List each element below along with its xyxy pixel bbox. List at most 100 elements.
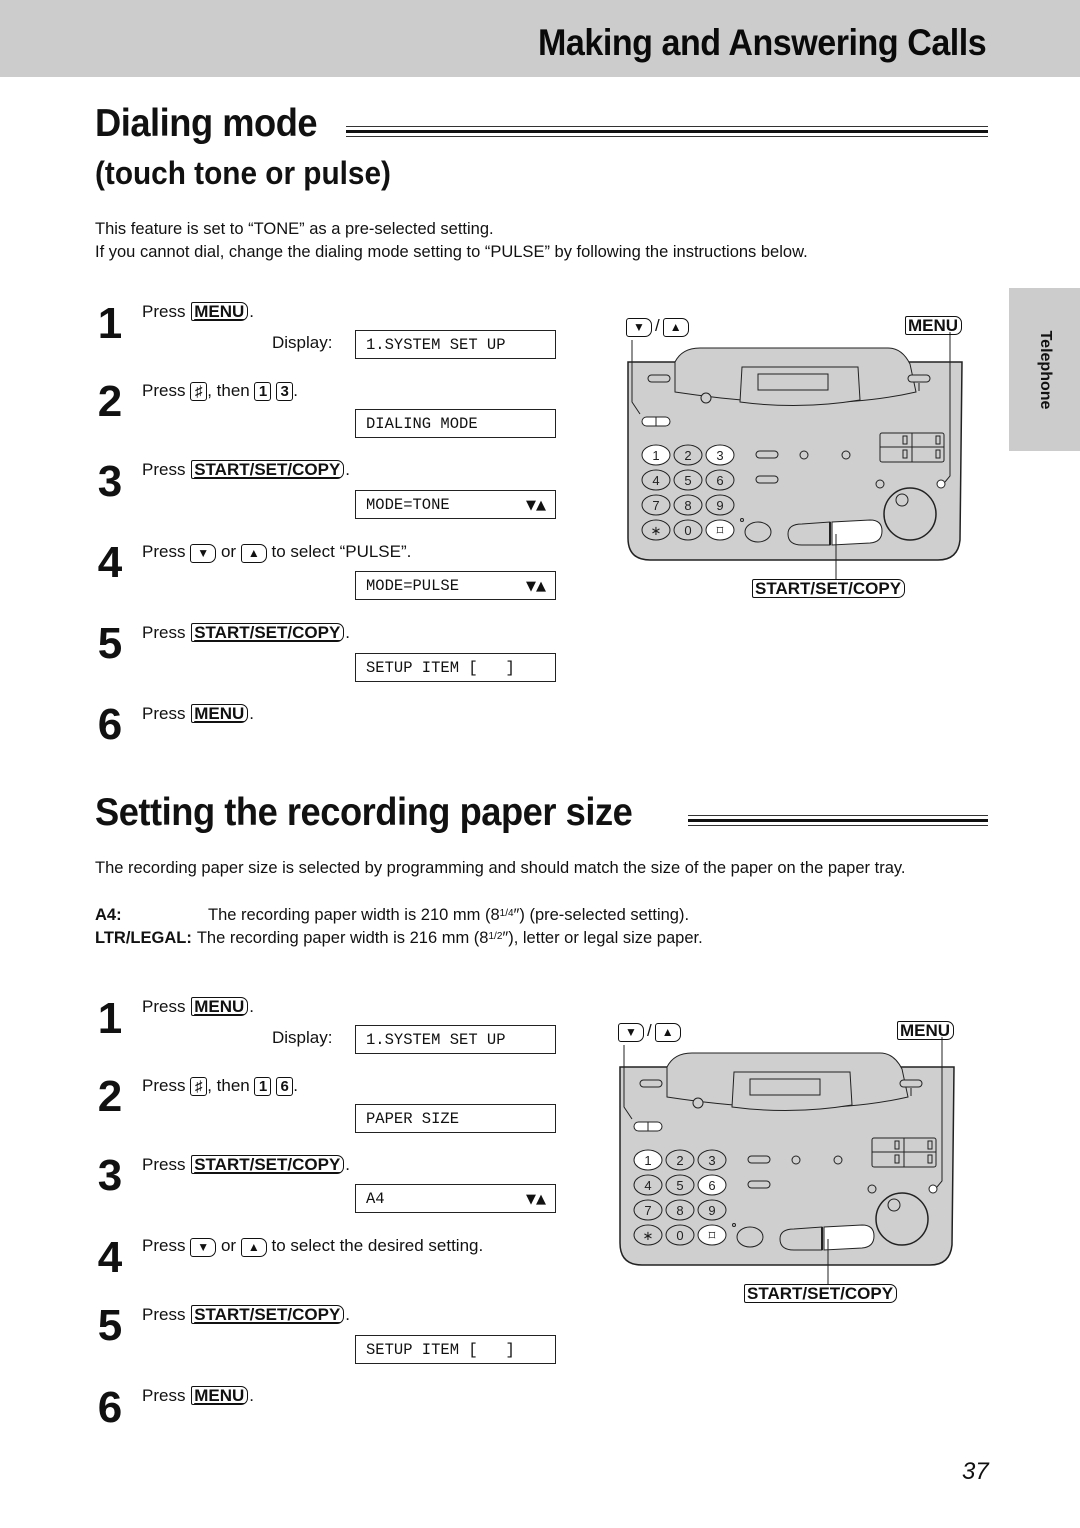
menu-key: MENU: [191, 302, 249, 321]
definition-term: LTR/LEGAL:: [95, 929, 192, 947]
step-6-instruction: Press MENU.: [142, 1385, 254, 1407]
step-number: 3: [97, 1151, 123, 1200]
step-5-instruction: Press START/SET/COPY.: [142, 1304, 350, 1326]
button: [755, 475, 779, 484]
menu-key: MENU: [897, 1021, 955, 1040]
press-label: Press: [142, 542, 186, 561]
lcd-display: MODE=TONE ▼▲: [355, 490, 556, 519]
step-number: 6: [97, 1383, 123, 1432]
start-label: START/SET/COPY: [743, 1284, 898, 1304]
keypad-key-label: 7: [652, 498, 659, 513]
digit-key: 1: [254, 382, 272, 401]
menu-button: [928, 1184, 938, 1194]
paper-size-title: Setting the recording paper size: [95, 791, 633, 834]
punct: .: [293, 1076, 298, 1095]
down-arrow-key-icon: ▼: [618, 1023, 644, 1042]
lcd-display: DIALING MODE: [355, 409, 556, 438]
separator: /: [655, 316, 660, 335]
or-label: or: [220, 542, 237, 561]
up-arrow-key-icon: ▲: [240, 1238, 267, 1257]
section-tab-label: Telephone: [1036, 330, 1054, 409]
fax-panel-svg: 1 2 3 4 5 6 7 8 9 ∗ 0 ⌑: [627, 332, 963, 580]
step-number: 4: [97, 538, 123, 587]
display-label: Display:: [272, 1028, 333, 1047]
keypad-key-label: 8: [676, 1203, 683, 1218]
step-3-instruction: Press START/SET/COPY.: [142, 459, 350, 481]
menu-label: MENU: [896, 1021, 955, 1041]
press-label: Press: [142, 1076, 186, 1095]
page-number: 37: [962, 1458, 989, 1485]
hash-key: ♯: [190, 1077, 208, 1096]
arrow-keys-label: ▼ / ▲: [618, 1021, 681, 1042]
keypad-key-label: 9: [708, 1203, 715, 1218]
arrow-keys-label: ▼ / ▲: [626, 316, 689, 337]
press-label: Press: [142, 460, 186, 479]
step-number: 1: [97, 994, 123, 1043]
button: [736, 1226, 764, 1248]
lcd-arrows-icon: ▼▲: [526, 498, 546, 513]
step-2-instruction: Press ♯, then 1 6.: [142, 1075, 298, 1097]
display-label: Display:: [272, 333, 333, 352]
button: [639, 1079, 663, 1088]
step-number: 6: [97, 700, 123, 749]
definition-text: The recording paper width is 216 mm (8: [196, 929, 489, 947]
jog-dial: [883, 487, 937, 541]
lcd-text: MODE=PULSE: [366, 577, 460, 595]
button: [833, 1155, 843, 1165]
start-set-copy-key: START/SET/COPY: [191, 1305, 345, 1324]
jog-dial-knob: [895, 493, 909, 507]
stop-key: [787, 521, 831, 546]
step-6-instruction: Press MENU.: [142, 703, 254, 725]
button: [799, 450, 809, 460]
down-arrow-key-icon: ▼: [190, 1238, 217, 1257]
press-label: Press: [142, 381, 186, 400]
press-label: Press: [142, 704, 186, 723]
menu-key: MENU: [191, 1386, 249, 1405]
keypad-key-label: 3: [708, 1153, 715, 1168]
start-set-copy-button: [831, 519, 883, 546]
step-number: 2: [97, 377, 123, 426]
punct: .: [345, 623, 351, 642]
step-1-instruction: Press MENU.: [142, 996, 254, 1018]
up-arrow-key-icon: ▲: [662, 318, 689, 337]
lcd-display: PAPER SIZE: [355, 1104, 556, 1133]
punct: .: [345, 1155, 351, 1174]
lcd-display: A4 ▼▲: [355, 1184, 556, 1213]
button: [747, 1180, 771, 1189]
button: [744, 521, 772, 543]
lcd-display: 1.SYSTEM SET UP: [355, 1025, 556, 1054]
separator: /: [647, 1021, 652, 1040]
jog-dial-knob: [887, 1198, 901, 1212]
paper-size-intro: The recording paper size is selected by …: [95, 859, 906, 877]
button: [647, 374, 671, 383]
keypad-key-label: ∗: [643, 1228, 654, 1243]
button: [907, 374, 931, 383]
start-set-copy-key: START/SET/COPY: [191, 460, 345, 479]
button: [692, 1097, 704, 1109]
up-arrow-key-icon: ▲: [654, 1023, 681, 1042]
then-label: , then: [207, 381, 250, 400]
step-number: 3: [97, 457, 123, 506]
select-label: to select “PULSE”.: [271, 542, 412, 561]
punct: .: [249, 302, 254, 321]
fax-panel-illustration: 1 2 3 4 5 6 7 8 9 ∗ 0 ⌑: [612, 1017, 962, 1302]
lcd-screen: [749, 1078, 821, 1096]
keypad-key-label: 2: [684, 448, 691, 463]
press-label: Press: [142, 1305, 186, 1324]
button: [841, 450, 851, 460]
press-label: Press: [142, 1155, 186, 1174]
fax-panel-illustration: 1 2 3 4 5 6 7 8 9 ∗ 0 ⌑: [620, 312, 970, 597]
press-label: Press: [142, 302, 186, 321]
title-rule: [346, 126, 988, 138]
keypad-key-label: ⌑: [717, 523, 724, 538]
keypad-key-label: 5: [676, 1178, 683, 1193]
keypad-key-label: 0: [676, 1228, 683, 1243]
lcd-screen: [757, 373, 829, 391]
punct: .: [249, 1386, 254, 1405]
start-set-copy-key: START/SET/COPY: [191, 623, 345, 642]
punct: .: [345, 1305, 351, 1324]
lcd-text: A4: [366, 1190, 385, 1208]
press-label: Press: [142, 623, 186, 642]
keypad-key-label: 1: [644, 1153, 651, 1168]
select-label: to select the desired setting.: [271, 1236, 484, 1255]
